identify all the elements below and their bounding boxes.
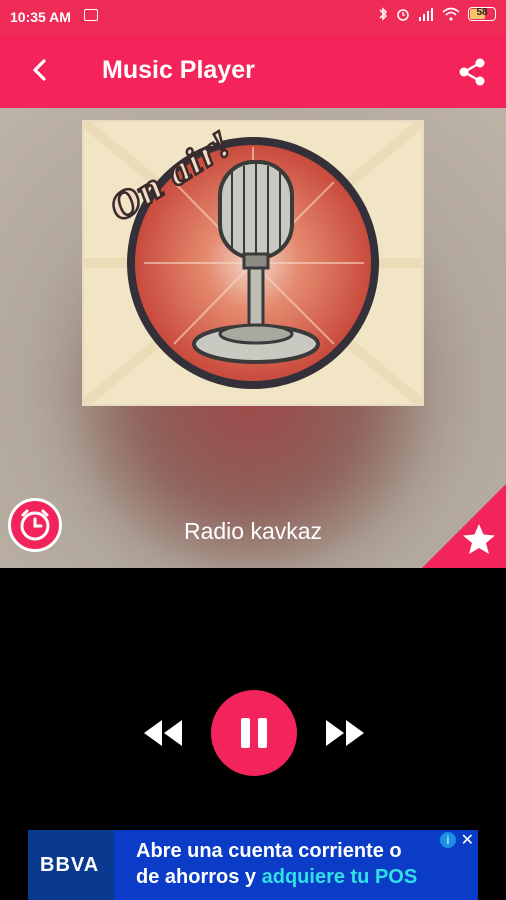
battery-icon: 58 <box>468 7 496 21</box>
wifi-icon <box>442 7 460 21</box>
ad-text-line1: Abre una cuenta corriente o <box>136 840 402 862</box>
back-arrow-icon[interactable] <box>24 54 56 86</box>
status-bar: 10:35 AM 58 <box>0 0 506 34</box>
app-bar: Music Player <box>0 34 506 108</box>
share-icon[interactable] <box>456 56 488 88</box>
page-title: Music Player <box>102 56 255 84</box>
pause-button[interactable] <box>211 690 297 776</box>
alarm-icon <box>397 9 409 21</box>
status-time: 10:35 AM <box>10 9 71 25</box>
ad-text-line2: de ahorros y adquiere tu POS <box>136 866 418 888</box>
bluetooth-icon <box>379 7 388 21</box>
battery-level: 58 <box>476 7 488 18</box>
on-air-microphone-illustration: On air! <box>84 122 422 404</box>
star-icon[interactable] <box>462 522 496 556</box>
playback-controls <box>0 690 506 780</box>
ad-info-icon[interactable]: i <box>440 832 456 848</box>
status-icons: 58 <box>378 7 496 21</box>
album-artwork: On air! <box>84 122 422 404</box>
fast-forward-icon[interactable] <box>322 718 368 748</box>
ad-banner[interactable]: BBVA Abre una cuenta corriente o de ahor… <box>28 830 478 900</box>
ad-brand-logo: BBVA <box>28 830 114 900</box>
ad-close-icon[interactable]: ✕ <box>461 830 474 850</box>
signal-icon <box>419 8 433 21</box>
radio-notification-icon <box>84 9 98 21</box>
now-playing-area: On air! Radio kavkaz <box>0 108 506 568</box>
pause-icon <box>241 718 267 748</box>
rewind-icon[interactable] <box>140 718 186 748</box>
